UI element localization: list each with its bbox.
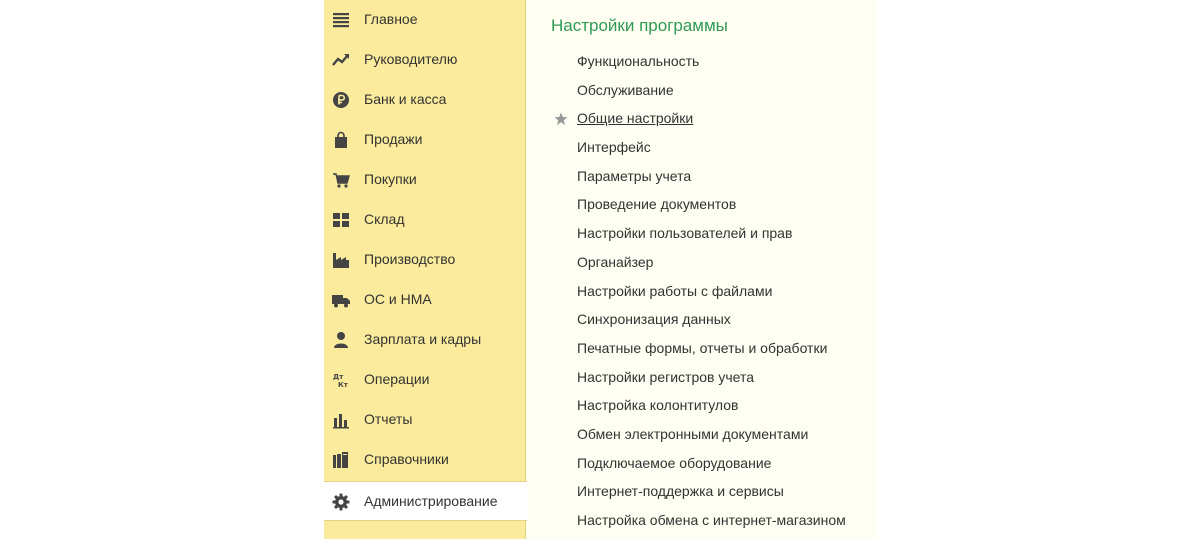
warehouse-grid-icon: [332, 211, 350, 229]
shopping-bag-icon: [332, 131, 350, 149]
ruble-coin-icon: [332, 91, 350, 109]
settings-panel: Настройки программы Функциональность Обс…: [527, 0, 876, 539]
svg-text:Кт: Кт: [338, 381, 349, 389]
star-icon[interactable]: [554, 112, 568, 126]
bar-chart-icon: [332, 411, 350, 429]
link-general-settings[interactable]: Общие настройки: [577, 110, 693, 126]
trend-up-icon: [332, 51, 350, 69]
link-document-posting[interactable]: Проведение документов: [577, 196, 736, 212]
link-print-forms[interactable]: Печатные формы, отчеты и обработки: [577, 340, 827, 356]
link-organizer[interactable]: Органайзер: [577, 254, 653, 270]
debit-credit-icon: Дт Кт: [332, 371, 350, 389]
link-edi-exchange[interactable]: Обмен электронными документами: [577, 426, 808, 442]
link-accounting-parameters[interactable]: Параметры учета: [577, 168, 691, 184]
books-icon: [332, 451, 350, 469]
app-frame: Главное Руководителю Банк и касса Продаж…: [324, 0, 876, 539]
link-online-store-exchange[interactable]: Настройка обмена с интернет-магазином: [577, 512, 846, 528]
sidebar-item-label: Покупки: [364, 171, 417, 187]
link-interface[interactable]: Интерфейс: [577, 139, 651, 155]
sidebar-item-label: Отчеты: [364, 411, 413, 427]
sidebar-item-label: Главное: [364, 11, 418, 27]
gear-icon: [332, 493, 350, 511]
sidebar-item-catalogs[interactable]: Справочники: [324, 440, 526, 480]
sidebar-item-label: Банк и касса: [364, 91, 447, 107]
link-functionality[interactable]: Функциональность: [577, 53, 699, 69]
svg-text:Дт: Дт: [333, 373, 344, 381]
sidebar-item-purchases[interactable]: Покупки: [324, 160, 526, 200]
truck-icon: [332, 291, 350, 309]
sidebar-item-label: ОС и НМА: [364, 291, 432, 307]
sidebar-item-label: Продажи: [364, 131, 423, 147]
menu-lines-icon: [332, 11, 350, 29]
cart-icon: [332, 171, 350, 189]
sidebar-item-label: Склад: [364, 211, 405, 227]
sidebar-item-assets[interactable]: ОС и НМА: [324, 280, 526, 320]
link-users-and-rights[interactable]: Настройки пользователей и прав: [577, 225, 792, 241]
factory-icon: [332, 251, 350, 269]
sidebar-item-manager[interactable]: Руководителю: [324, 40, 526, 80]
link-accounting-registers[interactable]: Настройки регистров учета: [577, 369, 754, 385]
sidebar-item-warehouse[interactable]: Склад: [324, 200, 526, 240]
sidebar-item-reports[interactable]: Отчеты: [324, 400, 526, 440]
sidebar-item-operations[interactable]: Дт Кт Операции: [324, 360, 526, 400]
link-internet-support[interactable]: Интернет-поддержка и сервисы: [577, 483, 784, 499]
link-connected-equipment[interactable]: Подключаемое оборудование: [577, 455, 771, 471]
sidebar-item-label: Зарплата и кадры: [364, 331, 482, 347]
sidebar-item-main[interactable]: Главное: [324, 0, 526, 40]
sidebar-item-sales[interactable]: Продажи: [324, 120, 526, 160]
sidebar-item-administration[interactable]: Администрирование: [324, 481, 527, 521]
sidebar-item-label: Руководителю: [364, 51, 458, 67]
sidebar-item-salary[interactable]: Зарплата и кадры: [324, 320, 526, 360]
link-maintenance[interactable]: Обслуживание: [577, 82, 674, 98]
link-headers-footers[interactable]: Настройка колонтитулов: [577, 397, 738, 413]
sidebar-item-label: Справочники: [364, 451, 449, 467]
sidebar-item-label: Операции: [364, 371, 430, 387]
link-data-sync[interactable]: Синхронизация данных: [577, 311, 731, 327]
page-title: Настройки программы: [551, 16, 728, 35]
link-file-settings[interactable]: Настройки работы с файлами: [577, 283, 772, 299]
sidebar-item-production[interactable]: Производство: [324, 240, 526, 280]
sidebar-item-label: Администрирование: [364, 493, 498, 509]
sidebar: Главное Руководителю Банк и касса Продаж…: [324, 0, 527, 539]
person-icon: [332, 331, 350, 349]
sidebar-item-bank[interactable]: Банк и касса: [324, 80, 526, 120]
sidebar-item-label: Производство: [364, 251, 456, 267]
